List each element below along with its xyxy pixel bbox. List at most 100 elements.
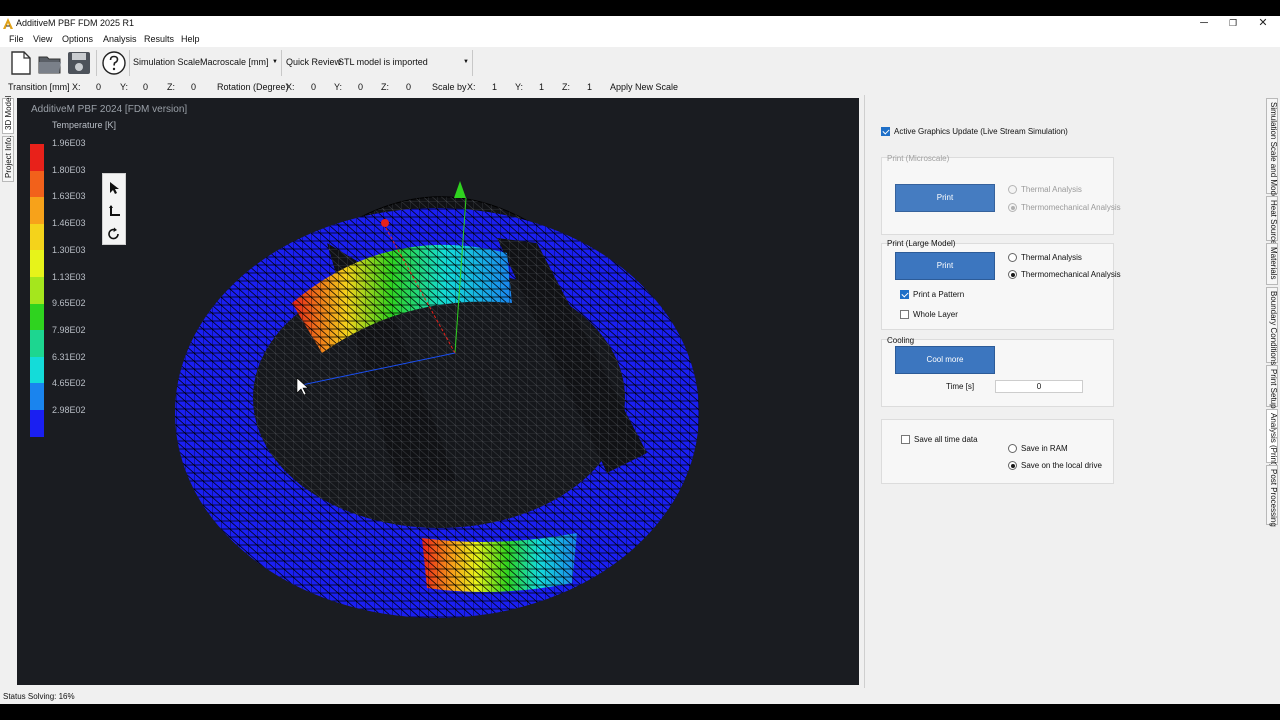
tab-heat-source[interactable]: Heat Source <box>1266 196 1278 245</box>
print-large-button[interactable]: Print <box>895 252 995 280</box>
left-tab-strip: 3D Model Project Info. <box>0 96 16 688</box>
menu-options[interactable]: Options <box>62 34 93 44</box>
large-thermal-label: Thermal Analysis <box>1021 253 1082 262</box>
menu-file[interactable]: File <box>9 34 24 44</box>
live-stream-label: Active Graphics Update (Live Stream Simu… <box>894 127 1068 136</box>
menu-view[interactable]: View <box>33 34 52 44</box>
save-icon[interactable] <box>66 50 92 76</box>
transition-z-input[interactable]: 0 <box>191 82 196 92</box>
app-window: AdditiveM PBF FDM 2025 R1 ─ ❐ ✕ File Vie… <box>0 16 1280 704</box>
cooling-title: Cooling <box>887 336 915 345</box>
save-all-time-label: Save all time data <box>914 435 978 444</box>
scale-z-input[interactable]: 1 <box>587 82 592 92</box>
legend-label: 2.98E02 <box>52 405 86 415</box>
quick-review-select[interactable]: STL model is imported ▼ <box>338 55 469 70</box>
legend-label: 9.65E02 <box>52 298 86 309</box>
transition-z-label: Z: <box>167 82 175 92</box>
reset-view-icon[interactable] <box>107 227 121 241</box>
tab-materials-label: Materials <box>1269 247 1278 280</box>
transition-label: Transition [mm] <box>8 82 70 92</box>
legend-swatch <box>30 144 44 171</box>
legend-title: Temperature [K] <box>52 120 117 130</box>
tab-project-info-label: Project Info. <box>4 135 13 178</box>
tab-print-setup[interactable]: Print Setup <box>1266 365 1278 409</box>
simulation-scale-select[interactable]: Macroscale [mm] ▼ <box>200 55 278 70</box>
toolbar-separator <box>281 50 282 76</box>
print-pattern-checkbox[interactable] <box>900 290 909 299</box>
legend-swatch <box>30 197 44 224</box>
tab-boundary-conditions-label: Boundary Conditions <box>1269 291 1278 366</box>
select-cursor-icon[interactable] <box>107 181 121 195</box>
maximize-button[interactable]: ❐ <box>1218 16 1248 32</box>
minimize-button[interactable]: ─ <box>1189 16 1219 32</box>
legend-swatch <box>30 303 44 331</box>
transition-y-input[interactable]: 0 <box>143 82 148 92</box>
live-stream-checkbox[interactable] <box>881 127 890 136</box>
legend-label: 7.98E02 <box>52 324 86 335</box>
legend-swatch <box>30 356 44 384</box>
scale-y-label: Y: <box>515 82 524 92</box>
tab-3d-model[interactable]: 3D Model <box>2 96 14 134</box>
save-local-radio[interactable] <box>1008 461 1017 470</box>
apply-new-scale-button[interactable]: Apply New Scale <box>610 82 678 92</box>
print-microscale-button[interactable]: Print <box>895 184 995 212</box>
new-file-icon[interactable] <box>8 50 34 76</box>
tab-analysis-print[interactable]: Analysis (Print) <box>1266 409 1278 467</box>
print-pattern-label: Print a Pattern <box>913 290 965 299</box>
legend-swatch <box>30 330 44 357</box>
rotation-y-input[interactable]: 0 <box>358 82 363 92</box>
scale-y-input[interactable]: 1 <box>539 82 544 92</box>
tab-post-processing[interactable]: Post Processing <box>1266 465 1278 527</box>
cool-more-button[interactable]: Cool more <box>895 346 995 374</box>
large-thermomech-label: Thermomechanical Analysis <box>1021 270 1121 279</box>
tab-heat-source-label: Heat Source <box>1269 200 1278 245</box>
open-folder-icon[interactable] <box>37 50 63 76</box>
legend-label: 1.46E03 <box>52 218 86 229</box>
transition-y-label: Y: <box>120 82 129 92</box>
menu-analysis[interactable]: Analysis <box>103 34 137 44</box>
transition-x-label: X: <box>72 82 81 92</box>
menu-results[interactable]: Results <box>144 34 174 44</box>
large-thermomech-radio[interactable] <box>1008 270 1017 279</box>
legend-label: 1.96E03 <box>52 138 86 148</box>
large-thermal-radio[interactable] <box>1008 253 1017 262</box>
legend-swatch <box>30 276 44 304</box>
legend-label: 4.65E02 <box>52 378 86 389</box>
tab-project-info[interactable]: Project Info. <box>2 135 14 182</box>
menu-help[interactable]: Help <box>181 34 200 44</box>
app-logo-icon <box>3 18 13 29</box>
print-microscale-title: Print (Microscale) <box>887 154 950 163</box>
time-label: Time [s] <box>946 382 975 391</box>
rotation-x-label: X: <box>286 82 295 92</box>
print-large-title: Print (Large Model) <box>887 239 956 248</box>
tab-simulation-scale[interactable]: Simulation Scale and Model <box>1266 98 1278 201</box>
axis-icon[interactable] <box>107 204 121 218</box>
scale-x-input[interactable]: 1 <box>492 82 497 92</box>
whole-layer-checkbox[interactable] <box>900 310 909 319</box>
quick-review-label: Quick Review <box>286 57 342 67</box>
tab-simulation-scale-label: Simulation Scale and Model <box>1269 102 1278 202</box>
scale-x-label: X: <box>467 82 476 92</box>
toolbar: Simulation Scale: Macroscale [mm] ▼ Quic… <box>0 47 1280 79</box>
3d-viewport[interactable]: AdditiveM PBF 2024 [FDM version] Tempera… <box>17 98 859 685</box>
temperature-color-bar <box>30 144 44 437</box>
tab-materials[interactable]: Materials <box>1266 243 1278 285</box>
close-button[interactable]: ✕ <box>1248 16 1278 32</box>
micro-thermomech-label: Thermomechanical Analysis <box>1021 203 1121 212</box>
time-input[interactable]: 0 <box>995 380 1083 393</box>
transform-bar: Transition [mm] X: 0 Y: 0 Z: 0 Rotation … <box>0 80 1280 94</box>
viewport-toolbar <box>102 173 126 245</box>
micro-thermomech-radio[interactable] <box>1008 203 1017 212</box>
transition-x-input[interactable]: 0 <box>96 82 101 92</box>
help-icon[interactable] <box>101 50 127 76</box>
save-ram-radio[interactable] <box>1008 444 1017 453</box>
micro-thermal-radio[interactable] <box>1008 185 1017 194</box>
save-all-time-checkbox[interactable] <box>901 435 910 444</box>
toolbar-separator <box>96 50 97 76</box>
scale-z-label: Z: <box>562 82 570 92</box>
rotation-x-input[interactable]: 0 <box>311 82 316 92</box>
whole-layer-label: Whole Layer <box>913 310 958 319</box>
tab-boundary-conditions[interactable]: Boundary Conditions <box>1266 287 1278 366</box>
rotation-z-input[interactable]: 0 <box>406 82 411 92</box>
legend-label: 1.63E03 <box>52 191 86 202</box>
